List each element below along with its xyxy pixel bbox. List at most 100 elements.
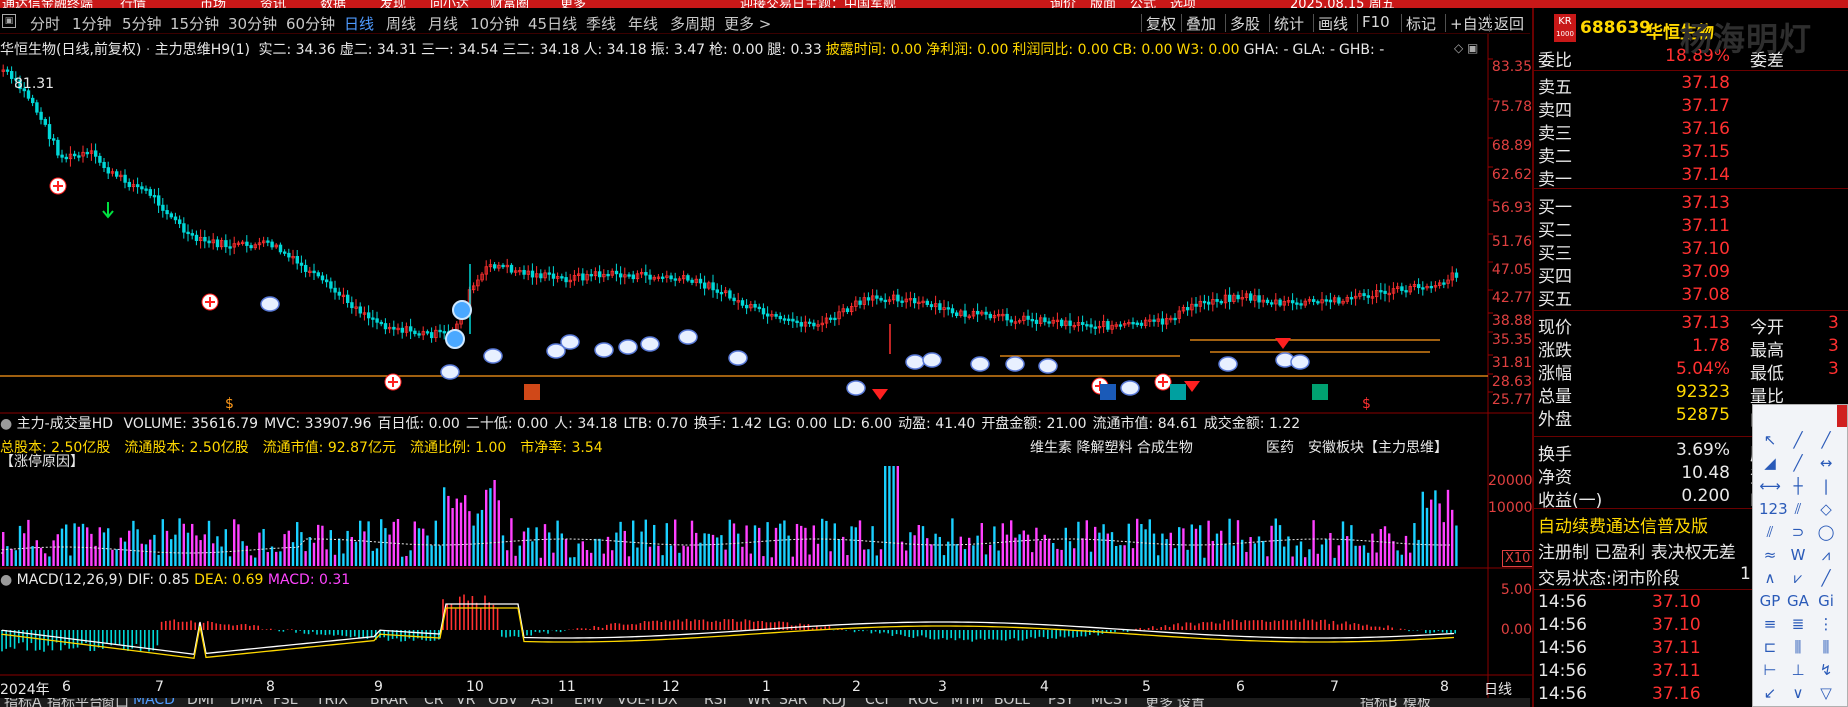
indicator-tab[interactable]: PSY [1048,698,1074,707]
menu-item[interactable]: 2025.08.15 周五 [1290,0,1395,8]
news-text[interactable]: 注册制 已盈利 表决权无差 [1538,538,1736,563]
indicator-tab[interactable]: CCI [865,698,889,707]
indicator-tab[interactable]: MTM [951,698,984,707]
draw-tool-icon[interactable]: ↖ [1759,429,1781,451]
indicator-tab[interactable]: FSL [273,698,298,707]
toolbar-button-5[interactable]: F10 [1362,13,1390,31]
indicator-settings-icon[interactable]: ● [0,416,12,432]
menu-item[interactable]: 行情 [120,0,146,8]
draw-tool-icon[interactable]: ⋮ [1815,613,1837,635]
indicator-tab[interactable]: EMV [574,698,605,707]
period-14[interactable]: 更多 > [724,13,771,34]
draw-tool-icon[interactable]: ≈ [1759,544,1781,566]
indicator-tab[interactable]: CR [424,698,444,707]
draw-tool-icon[interactable]: ⊏ [1759,636,1781,658]
indicator-tab[interactable]: DMA [230,698,262,707]
indicator-tab[interactable]: BOLL [994,698,1030,707]
draw-tool-icon[interactable]: ⊃ [1787,521,1809,543]
period-4[interactable]: 30分钟 [228,13,277,34]
indicator-tab[interactable]: MCST [1091,698,1130,707]
toolbar-button-7[interactable]: +自选 [1450,13,1493,34]
draw-tool-icon[interactable]: ◢ [1759,452,1781,474]
kline-chart-area[interactable]: $ $ [0,34,1532,698]
toolbar-button-0[interactable]: 复权 [1146,13,1176,34]
draw-tool-icon[interactable]: W [1787,544,1809,566]
volume-indicator-name[interactable]: 主力-成交量HD [17,416,113,432]
indicator-tab[interactable]: 模板 [1403,698,1431,707]
indicator-tab[interactable]: ROC [908,698,939,707]
indicator-tab[interactable]: ASI [531,698,554,707]
draw-tool-icon[interactable]: ↔ [1815,452,1837,474]
menu-item[interactable]: 资讯 [260,0,286,8]
menu-item[interactable]: 公式 [1130,0,1156,8]
draw-tool-icon[interactable]: ▽ [1815,682,1837,704]
draw-tool-icon[interactable]: Gi [1815,590,1837,612]
chart-toggle-icons[interactable]: ◇ ▣ [1454,41,1478,55]
period-6[interactable]: 日线 [344,13,374,34]
draw-tool-icon[interactable]: GP [1759,590,1781,612]
period-1[interactable]: 1分钟 [72,13,112,34]
palette-close-button[interactable] [1837,405,1847,427]
menu-item[interactable]: 询价 [1050,0,1076,8]
draw-tool-icon[interactable]: ◇ [1815,498,1837,520]
indicator-tab[interactable]: BRAR [370,698,408,707]
draw-tool-icon[interactable]: ≡ [1759,613,1781,635]
period-5[interactable]: 60分钟 [286,13,335,34]
menu-item[interactable]: 财富圈 [490,0,529,8]
menu-item[interactable]: 版面 [1090,0,1116,8]
toolbar-button-2[interactable]: 多股 [1230,13,1260,34]
indicator-tab[interactable]: 更多 [1145,698,1173,707]
indicator-tab[interactable]: 设置 [1177,698,1205,707]
period-11[interactable]: 季线 [586,13,616,34]
period-10[interactable]: 45日线 [528,13,577,34]
draw-tool-icon[interactable]: ≣ [1787,613,1809,635]
draw-tool-icon[interactable]: ∧ [1759,567,1781,589]
menu-item[interactable]: 发现 [380,0,406,8]
menu-item[interactable]: 数据 [320,0,346,8]
draw-tool-icon[interactable]: | [1815,475,1837,497]
draw-tool-icon[interactable]: ⫼ [1787,636,1809,658]
draw-tool-icon[interactable]: 123 [1759,498,1788,520]
draw-tool-icon[interactable]: ⊥ [1787,659,1809,681]
macd-label[interactable]: MACD(12,26,9) [17,572,123,588]
indicator-tab[interactable]: VR [456,698,475,707]
draw-tool-icon[interactable]: ↙ [1759,682,1781,704]
draw-tool-icon[interactable]: ↯ [1815,659,1837,681]
news-text[interactable]: 自动续费通达信普及版 [1538,512,1708,537]
indicator-tab[interactable]: WR [747,698,771,707]
period-9[interactable]: 10分钟 [470,13,519,34]
draw-tool-icon[interactable]: ╱ [1815,567,1837,589]
draw-tool-icon[interactable]: GA [1787,590,1809,612]
indicator-tab[interactable]: 指标平台 [47,698,103,707]
period-12[interactable]: 年线 [628,13,658,34]
menu-item[interactable]: 问小达 [430,0,469,8]
window-icon[interactable]: ▣ [2,14,16,28]
indicator-tab[interactable]: TRIX [316,698,348,707]
draw-tool-icon[interactable]: ⫼ [1815,636,1837,658]
toolbar-button-3[interactable]: 统计 [1274,13,1304,34]
menu-item[interactable]: 通达信金融终端 [2,0,93,8]
draw-tool-icon[interactable]: ∨ [1787,682,1809,704]
draw-tool-icon[interactable]: ⩗ [1787,567,1809,589]
draw-tool-icon[interactable]: ◯ [1815,521,1837,543]
menu-item[interactable]: 更多 [560,0,586,8]
draw-tool-icon[interactable]: ┼ [1787,475,1809,497]
menu-item[interactable]: 选项 [1170,0,1196,8]
menu-item[interactable]: 迎接交易日主题：中国军舰 [740,0,896,8]
indicator-tab[interactable]: 指标B [1360,698,1398,707]
draw-tool-icon[interactable]: ⫽ [1787,498,1809,520]
draw-tool-icon[interactable]: ╱ [1815,429,1837,451]
toolbar-button-8[interactable]: 返回 [1494,13,1524,34]
indicator-tab[interactable]: VOL-TDX [617,698,678,707]
toolbar-button-6[interactable]: 标记 [1406,13,1436,34]
menu-item[interactable]: 市场 [200,0,226,8]
draw-tool-icon[interactable]: ╱ [1787,452,1809,474]
indicator-settings-icon[interactable]: · [146,42,150,58]
period-13[interactable]: 多周期 [670,13,715,34]
draw-tool-icon[interactable]: ⫽ [1759,521,1781,543]
toolbar-button-4[interactable]: 画线 [1318,13,1348,34]
draw-tool-icon[interactable]: ⟷ [1759,475,1781,497]
period-3[interactable]: 15分钟 [170,13,219,34]
indicator-tab[interactable]: MACD [133,698,175,707]
draw-tool-icon[interactable]: ⊢ [1759,659,1781,681]
